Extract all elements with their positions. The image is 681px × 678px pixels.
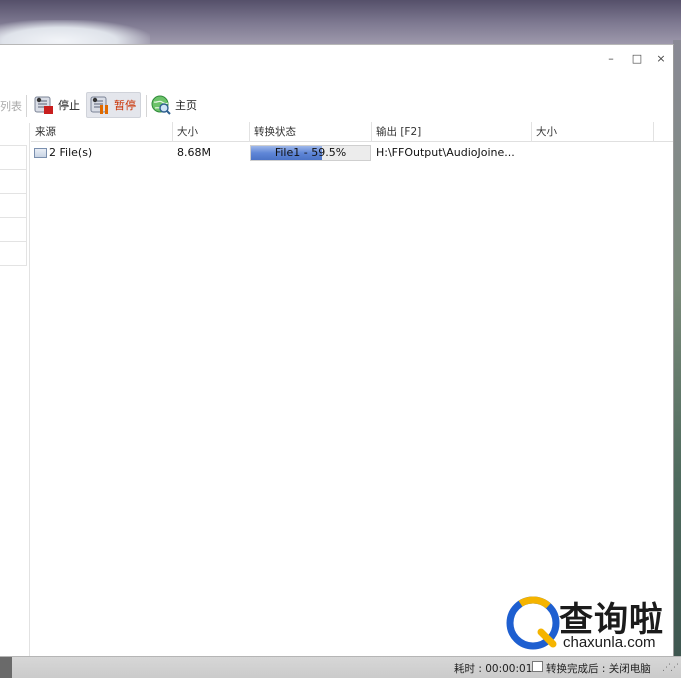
stop-button[interactable]: 停止 [31, 92, 84, 118]
left-panel [0, 123, 30, 657]
file-group-icon [34, 148, 47, 158]
shutdown-checkbox[interactable] [532, 661, 543, 672]
home-label: 主页 [175, 99, 197, 112]
home-button[interactable]: 主页 [148, 92, 201, 118]
close-button[interactable]: × [652, 51, 670, 67]
source-cell: 2 File(s) [49, 146, 93, 159]
left-panel-row[interactable] [0, 241, 27, 265]
status-bar-edge [0, 657, 12, 678]
left-panel-row[interactable] [0, 145, 27, 169]
table-row[interactable]: 2 File(s) 8.68M File1 - 59.5% H:\FFOutpu… [31, 143, 673, 163]
left-panel-row[interactable] [0, 193, 27, 217]
left-panel-row[interactable] [0, 217, 27, 241]
watermark-logo-icon [506, 596, 560, 650]
stop-icon [33, 94, 55, 116]
pause-label: 暂停 [114, 99, 136, 112]
size-cell: 8.68M [177, 146, 211, 159]
desktop-edge [673, 40, 681, 660]
left-panel-row[interactable] [0, 169, 27, 193]
column-header-output-size[interactable]: 大小 [532, 122, 654, 142]
left-panel-row [0, 265, 27, 266]
resize-grip-icon[interactable]: ⋰⋰ [662, 663, 679, 673]
column-header-source[interactable]: 来源 [31, 122, 173, 142]
stop-label: 停止 [58, 99, 80, 112]
conversion-progress-bar: File1 - 59.5% [250, 145, 371, 161]
minimize-button[interactable]: – [602, 51, 620, 67]
toolbar-separator [146, 95, 147, 117]
shutdown-label: 转换完成后 : 关闭电脑 [546, 663, 651, 675]
column-header-output[interactable]: 输出 [F2] [372, 122, 532, 142]
column-header-size[interactable]: 大小 [173, 122, 250, 142]
list-header: 来源 大小 转换状态 输出 [F2] 大小 [31, 122, 673, 142]
watermark-url: chaxunla.com [563, 634, 656, 651]
maximize-button[interactable]: □ [628, 51, 646, 67]
output-cell[interactable]: H:\FFOutput\AudioJoine... [376, 143, 532, 163]
pause-icon [89, 94, 111, 116]
toolbar: 列表 停止 暂停 主页 [0, 91, 673, 119]
progress-text: File1 - 59.5% [274, 146, 347, 159]
watermark: 查询啦 chaxunla.com [505, 594, 681, 656]
output-size-cell [536, 143, 646, 163]
status-bar: 耗时 : 00:00:01 转换完成后 : 关闭电脑 ⋰⋰ [0, 656, 681, 678]
app-window: – □ × 列表 停止 暂停 主页 来源 大小 转换状态 输出 [F2] 大小 … [0, 44, 674, 657]
toolbar-clipped-label: 列表 [0, 100, 22, 113]
elapsed-time: 耗时 : 00:00:01 [454, 663, 533, 675]
title-bar: – □ × [0, 45, 673, 75]
column-header-status[interactable]: 转换状态 [250, 122, 372, 142]
toolbar-separator [26, 95, 27, 117]
conversion-list: 来源 大小 转换状态 输出 [F2] 大小 2 File(s) 8.68M Fi… [31, 122, 673, 657]
pause-button[interactable]: 暂停 [86, 92, 141, 118]
globe-search-icon [150, 94, 172, 116]
